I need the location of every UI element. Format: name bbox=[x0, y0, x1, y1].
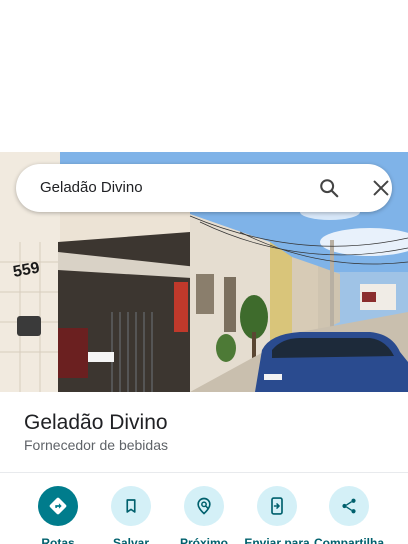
blank-area bbox=[0, 0, 408, 152]
nearby-button[interactable]: Próximo bbox=[166, 486, 242, 544]
share-button[interactable]: Compartilha bbox=[311, 486, 387, 544]
directions-button[interactable]: Rotas bbox=[20, 486, 96, 544]
place-category: Fornecedor de bebidas bbox=[24, 437, 168, 453]
directions-icon bbox=[38, 486, 78, 526]
place-title: Geladão Divino bbox=[24, 411, 168, 434]
save-button[interactable]: Salvar bbox=[93, 486, 169, 544]
share-icon bbox=[329, 486, 369, 526]
send-to-device-button[interactable]: Enviar para bbox=[239, 486, 315, 544]
send-to-device-label: Enviar para bbox=[244, 536, 310, 544]
close-icon[interactable] bbox=[370, 177, 392, 199]
search-icon[interactable] bbox=[318, 177, 340, 199]
share-label: Compartilha bbox=[313, 536, 384, 544]
send-to-device-icon bbox=[257, 486, 297, 526]
bookmark-icon bbox=[111, 486, 151, 526]
nearby-label: Próximo bbox=[179, 536, 228, 544]
save-label: Salvar bbox=[112, 536, 150, 544]
divider bbox=[0, 472, 408, 473]
search-input[interactable]: Geladão Divino bbox=[40, 179, 143, 196]
search-bar[interactable]: Geladão Divino bbox=[16, 164, 392, 212]
action-bar: Rotas Salvar Próximo Enviar para Compart… bbox=[0, 486, 408, 544]
nearby-icon bbox=[184, 486, 224, 526]
directions-label: Rotas bbox=[41, 536, 75, 544]
